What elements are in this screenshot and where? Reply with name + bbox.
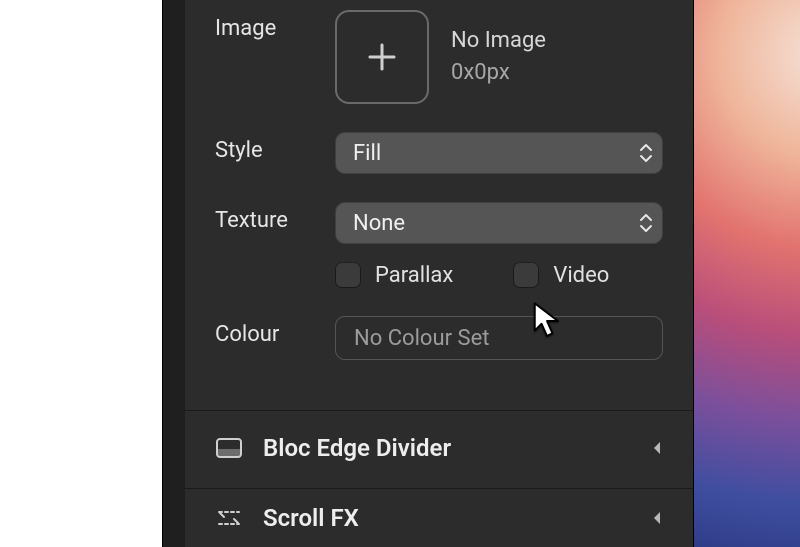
disclosure-left-icon (651, 440, 663, 456)
inspector-panel: Image No Image 0x0px (162, 0, 694, 547)
options-row: Parallax Video (215, 262, 663, 288)
section-title: Scroll FX (263, 504, 651, 532)
section-title: Bloc Edge Divider (263, 434, 651, 462)
colour-row: Colour No Colour Set (215, 316, 663, 360)
image-placeholder-size: 0x0px (451, 60, 546, 86)
parallax-checkbox-label: Parallax (375, 263, 453, 288)
image-placeholder-title: No Image (451, 28, 546, 54)
style-label: Style (215, 132, 335, 166)
updown-caret-icon (639, 213, 653, 233)
plus-icon (364, 39, 400, 75)
image-label: Image (215, 10, 335, 44)
texture-select[interactable]: None (335, 202, 663, 244)
texture-row: Texture None (215, 202, 663, 244)
left-whitespace (0, 0, 162, 547)
video-checkbox[interactable]: Video (513, 262, 609, 288)
image-row: Image No Image 0x0px (215, 10, 663, 104)
section-scroll-fx[interactable]: Scroll FX (185, 488, 693, 547)
video-checkbox-label: Video (553, 263, 609, 288)
section-bloc-edge-divider[interactable]: Bloc Edge Divider (185, 410, 693, 486)
checkbox-box (513, 262, 539, 288)
style-row: Style Fill (215, 132, 663, 174)
checkbox-box (335, 262, 361, 288)
style-value: Fill (353, 141, 381, 166)
parallax-checkbox[interactable]: Parallax (335, 262, 453, 288)
texture-label: Texture (215, 202, 335, 236)
colour-value: No Colour Set (354, 326, 489, 351)
updown-caret-icon (639, 143, 653, 163)
scroll-fx-icon (215, 504, 243, 532)
bloc-edge-divider-icon (215, 434, 243, 462)
image-meta: No Image 0x0px (451, 28, 546, 86)
add-image-button[interactable] (335, 10, 429, 104)
texture-value: None (353, 211, 405, 236)
style-select[interactable]: Fill (335, 132, 663, 174)
disclosure-left-icon (651, 510, 663, 526)
desktop-wallpaper (690, 0, 800, 547)
colour-label: Colour (215, 316, 335, 350)
colour-field[interactable]: No Colour Set (335, 316, 663, 360)
